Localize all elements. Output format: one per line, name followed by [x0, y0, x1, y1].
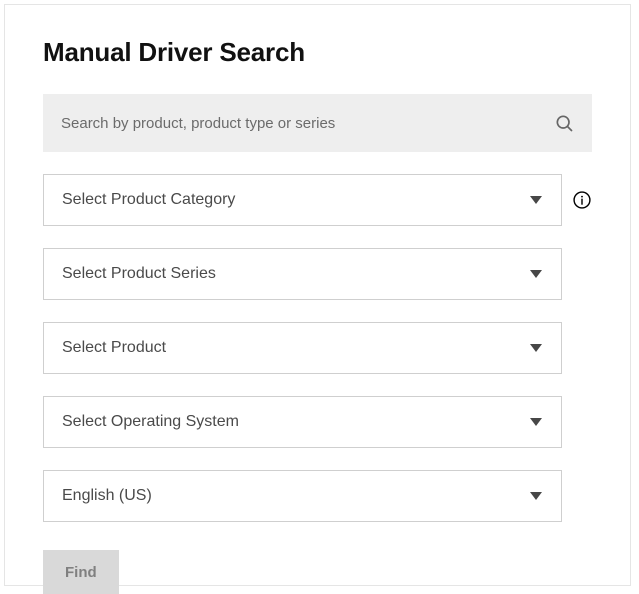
select-label: Select Product Category	[62, 191, 235, 209]
search-input[interactable]	[61, 115, 554, 132]
select-language[interactable]: English (US)	[43, 470, 562, 522]
select-label: Select Product	[62, 339, 166, 357]
caret-down-icon	[529, 417, 543, 427]
caret-down-icon	[529, 491, 543, 501]
caret-down-icon	[529, 269, 543, 279]
info-icon[interactable]	[572, 190, 592, 210]
search-icon[interactable]	[554, 113, 574, 133]
caret-down-icon	[529, 343, 543, 353]
find-button[interactable]: Find	[43, 550, 119, 594]
select-operating-system[interactable]: Select Operating System	[43, 396, 562, 448]
operating-system-row: Select Operating System	[43, 396, 592, 448]
select-label: English (US)	[62, 487, 152, 505]
caret-down-icon	[529, 195, 543, 205]
product-category-row: Select Product Category	[43, 174, 592, 226]
select-product[interactable]: Select Product	[43, 322, 562, 374]
language-row: English (US)	[43, 470, 592, 522]
select-product-category[interactable]: Select Product Category	[43, 174, 562, 226]
search-container	[43, 94, 592, 152]
product-row: Select Product	[43, 322, 592, 374]
select-label: Select Operating System	[62, 413, 239, 431]
select-product-series[interactable]: Select Product Series	[43, 248, 562, 300]
select-label: Select Product Series	[62, 265, 216, 283]
product-series-row: Select Product Series	[43, 248, 592, 300]
driver-search-card: Manual Driver Search Select Product Cate…	[4, 4, 631, 586]
page-title: Manual Driver Search	[43, 37, 592, 68]
